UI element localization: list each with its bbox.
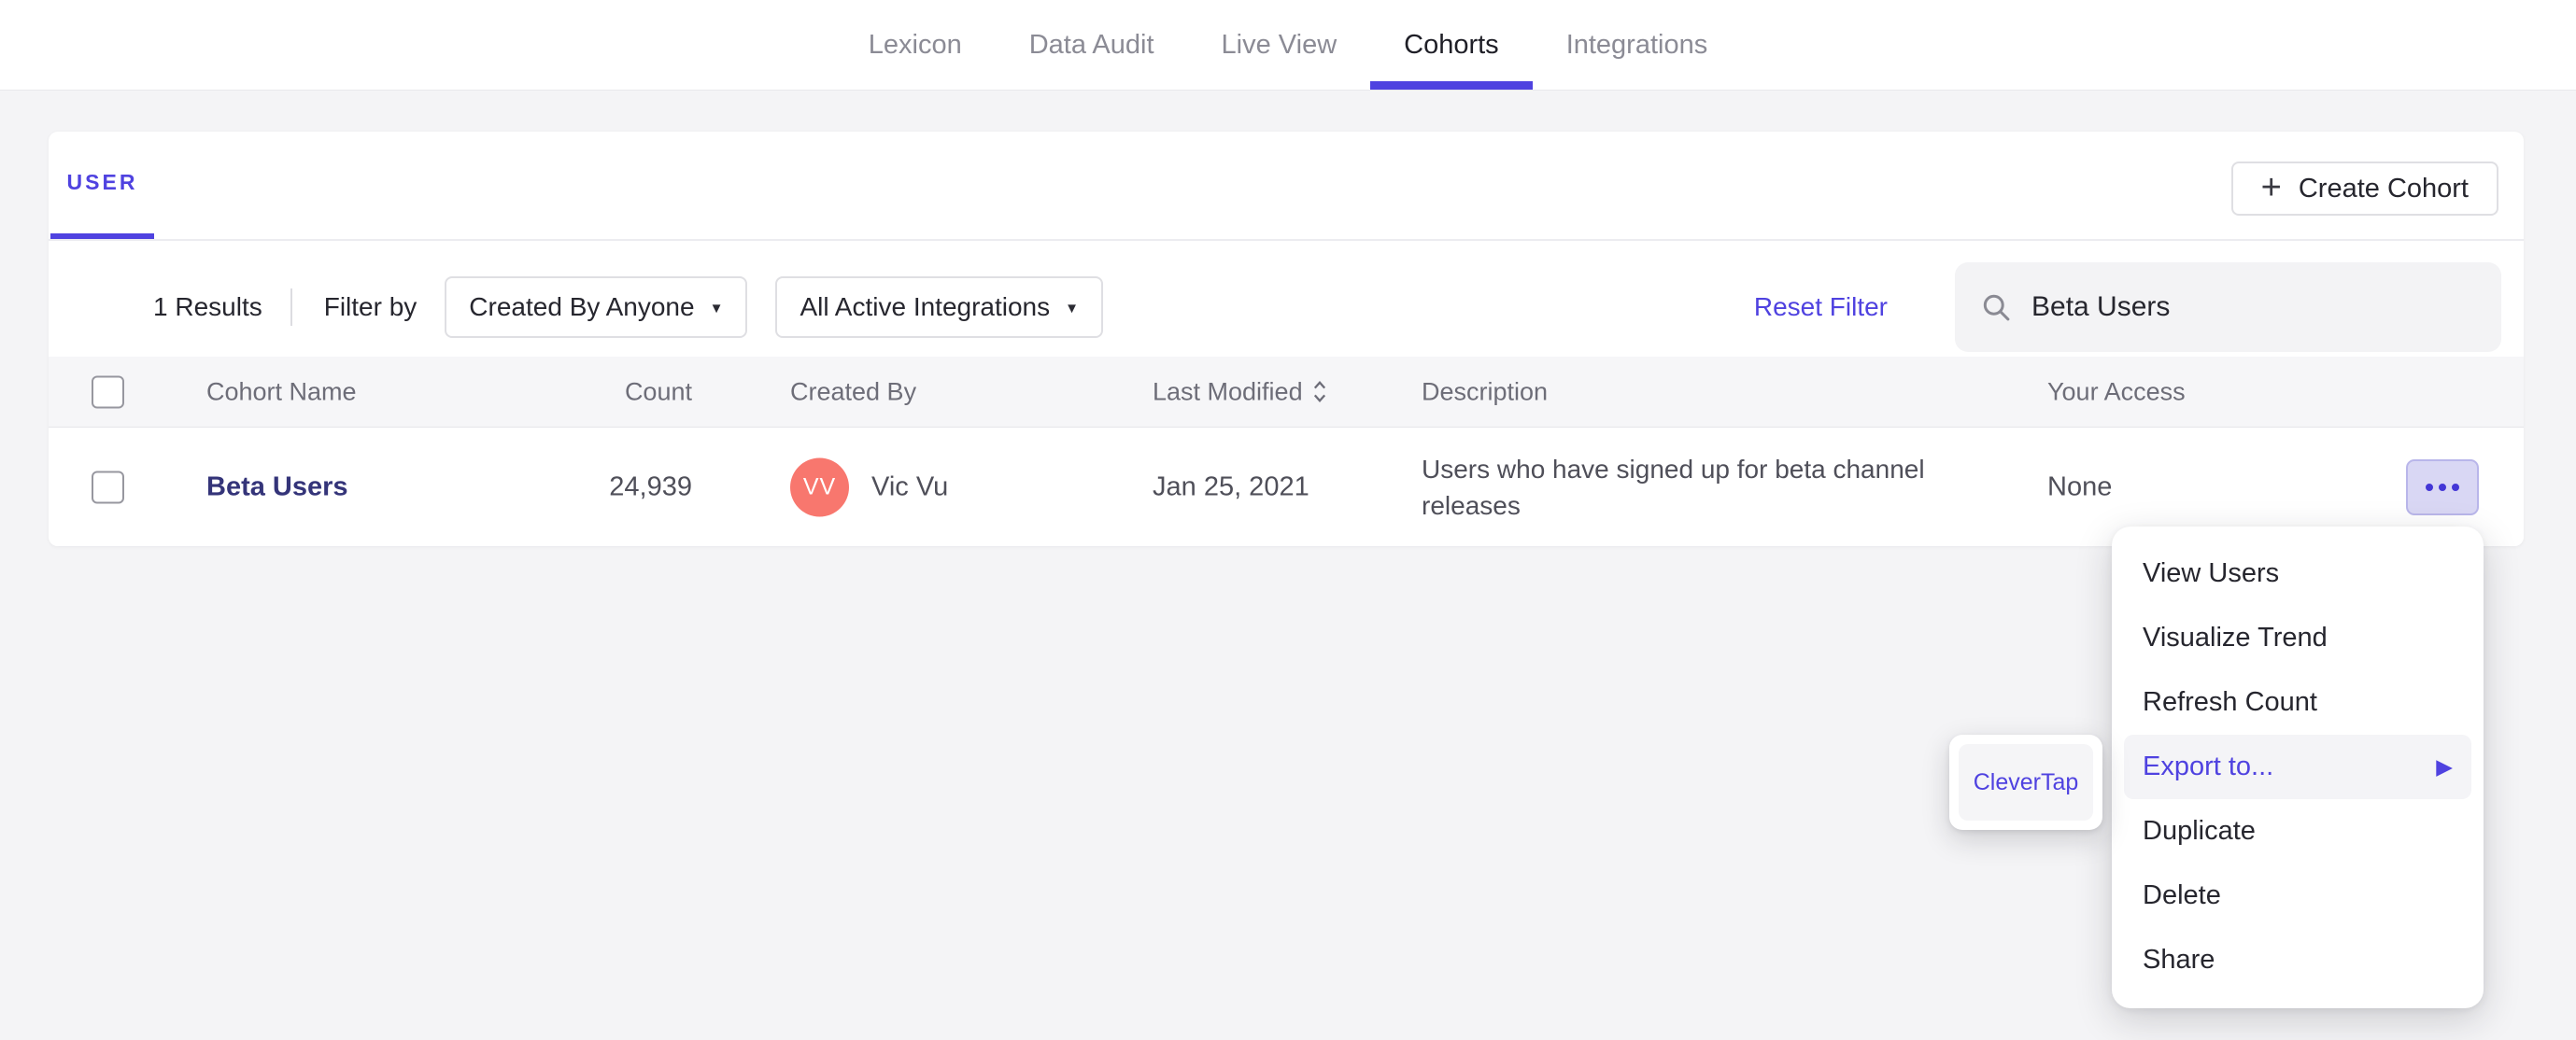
ellipsis-icon <box>2426 483 2433 491</box>
tab-user[interactable]: USER <box>50 132 154 239</box>
menu-item-export-to[interactable]: Export to... ▶ <box>2124 735 2471 799</box>
export-to-label: Export to... <box>2143 752 2274 781</box>
nav-tab-cohorts[interactable]: Cohorts <box>1370 0 1533 90</box>
menu-item-duplicate[interactable]: Duplicate <box>2124 799 2471 864</box>
menu-item-refresh-count[interactable]: Refresh Count <box>2124 670 2471 735</box>
avatar: VV <box>790 457 849 516</box>
search-icon <box>1983 294 2010 321</box>
created-by-dropdown-value: Created By Anyone <box>469 292 695 321</box>
filter-bar: 1 Results Filter by Created By Anyone ▼ … <box>49 241 2524 357</box>
chevron-down-icon: ▼ <box>709 301 724 316</box>
cohorts-page: Lexicon Data Audit Live View Cohorts Int… <box>0 0 2576 1040</box>
menu-item-visualize-trend[interactable]: Visualize Trend <box>2124 606 2471 670</box>
integrations-dropdown[interactable]: All Active Integrations ▼ <box>775 276 1103 338</box>
created-by-dropdown[interactable]: Created By Anyone ▼ <box>445 276 748 338</box>
ellipsis-icon-dot <box>2452 483 2459 491</box>
cohort-count: 24,939 <box>609 471 692 501</box>
panel-tab-bar: USER + Create Cohort <box>49 132 2524 241</box>
last-modified-value: Jan 25, 2021 <box>1153 471 1309 501</box>
plus-icon: + <box>2260 167 2282 207</box>
column-header-your-access[interactable]: Your Access <box>2047 377 2186 406</box>
sort-icon[interactable] <box>1312 380 1327 404</box>
select-all-checkbox[interactable] <box>92 375 124 408</box>
cohorts-panel: USER + Create Cohort 1 Results Filter by… <box>49 132 2524 546</box>
reset-filter-link[interactable]: Reset Filter <box>1754 292 1888 322</box>
your-access-value: None <box>2047 471 2113 501</box>
column-header-cohort-name[interactable]: Cohort Name <box>206 377 357 406</box>
row-context-menu: View Users Visualize Trend Refresh Count… <box>2112 527 2484 1008</box>
created-by-cell: VV Vic Vu <box>790 457 948 516</box>
menu-item-share[interactable]: Share <box>2124 928 2471 992</box>
search-input-value: Beta Users <box>2031 291 2171 322</box>
created-by-name: Vic Vu <box>871 471 949 501</box>
column-header-count[interactable]: Count <box>460 377 692 406</box>
create-cohort-label: Create Cohort <box>2298 173 2469 204</box>
submenu-arrow-icon: ▶ <box>2436 754 2453 779</box>
integrations-dropdown-value: All Active Integrations <box>800 292 1051 321</box>
submenu-item-clevertap[interactable]: CleverTap <box>1959 744 2093 821</box>
cohort-description: Users who have signed up for beta channe… <box>1422 454 1925 520</box>
nav-tab-live-view[interactable]: Live View <box>1188 0 1371 90</box>
column-header-created-by[interactable]: Created By <box>790 377 916 406</box>
menu-item-view-users[interactable]: View Users <box>2124 541 2471 606</box>
divider <box>290 288 292 326</box>
last-modified-label: Last Modified <box>1153 377 1303 405</box>
top-nav: Lexicon Data Audit Live View Cohorts Int… <box>0 0 2576 91</box>
column-header-last-modified[interactable]: Last Modified <box>1153 377 1327 406</box>
ellipssis-icon-dot <box>2439 483 2446 491</box>
chevron-down-icon: ▼ <box>1065 301 1079 316</box>
create-cohort-button[interactable]: + Create Cohort <box>2230 162 2498 216</box>
nav-tab-lexicon[interactable]: Lexicon <box>835 0 996 90</box>
cohort-name-link[interactable]: Beta Users <box>206 471 348 501</box>
nav-tab-data-audit[interactable]: Data Audit <box>996 0 1188 90</box>
table-header: Cohort Name Count Created By Last Modifi… <box>49 357 2524 428</box>
export-submenu: CleverTap <box>1949 735 2102 830</box>
more-actions-button[interactable] <box>2406 458 2479 515</box>
nav-tab-integrations[interactable]: Integrations <box>1533 0 1742 90</box>
column-header-description[interactable]: Description <box>1422 377 2001 406</box>
results-count: 1 Results <box>153 292 262 321</box>
row-checkbox[interactable] <box>92 471 124 503</box>
search-input[interactable]: Beta Users <box>1955 262 2501 352</box>
filter-by-label: Filter by <box>323 292 418 321</box>
menu-item-delete[interactable]: Delete <box>2124 864 2471 928</box>
